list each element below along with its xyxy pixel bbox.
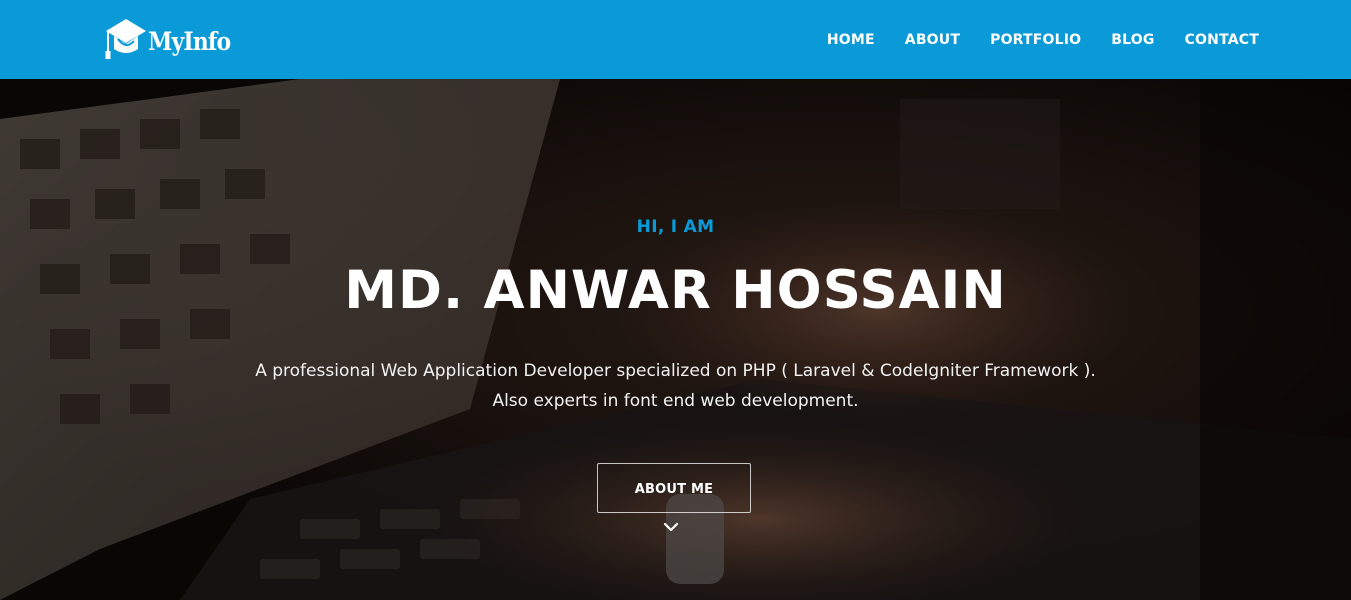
nav-about[interactable]: ABOUT (905, 32, 960, 48)
brand-logo[interactable]: MyInfo (104, 17, 242, 69)
hero-name-heading: MD. ANWAR HOSSAIN (344, 260, 1007, 321)
hero-description-line-1: A professional Web Application Developer… (255, 361, 1096, 381)
nav-home[interactable]: HOME (827, 32, 875, 48)
hero-description: A professional Web Application Developer… (250, 356, 1101, 416)
hero-greeting: HI, I AM (636, 217, 715, 237)
hero-section: HI, I AM MD. ANWAR HOSSAIN A professiona… (0, 79, 1351, 600)
nav-portfolio[interactable]: PORTFOLIO (990, 32, 1081, 48)
nav-contact[interactable]: CONTACT (1185, 32, 1259, 48)
brand-name: MyInfo (148, 27, 231, 56)
nav-blog[interactable]: BLOG (1111, 32, 1154, 48)
about-me-button[interactable]: ABOUT ME (597, 463, 751, 513)
hero-description-line-2: Also experts in font end web development… (492, 391, 859, 411)
main-nav: HOME ABOUT PORTFOLIO BLOG CONTACT (827, 0, 1259, 79)
chevron-down-icon[interactable] (662, 520, 680, 534)
top-navbar: MyInfo HOME ABOUT PORTFOLIO BLOG CONTACT (0, 0, 1351, 79)
graduation-cap-icon (105, 19, 146, 59)
